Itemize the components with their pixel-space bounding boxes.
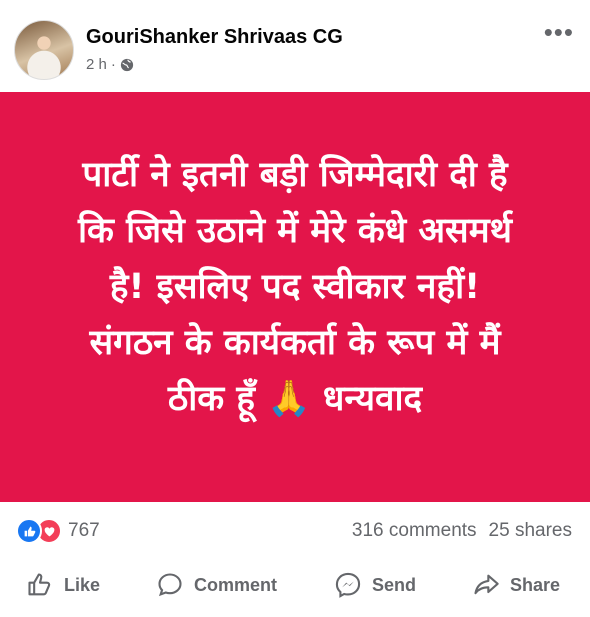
post-text-card: पार्टी ने इतनी बड़ी जिम्मेदारी दी है कि … xyxy=(0,92,590,502)
more-options-icon[interactable]: ••• xyxy=(544,19,574,45)
like-reaction-icon xyxy=(16,518,42,544)
reactions-summary[interactable]: 767 xyxy=(16,518,100,544)
shares-count[interactable]: 25 shares xyxy=(489,520,572,542)
share-label: Share xyxy=(510,574,561,595)
comment-button[interactable]: Comment xyxy=(156,571,277,599)
post-actions-bar: Like Comment Send Share xyxy=(0,560,590,610)
post-text: पार्टी ने इतनी बड़ी जिम्मेदारी दी है कि … xyxy=(77,155,513,419)
comments-count[interactable]: 316 comments xyxy=(352,520,477,542)
share-button[interactable]: Share xyxy=(472,571,560,599)
like-button[interactable]: Like xyxy=(26,571,100,599)
post-stats: 767 316 comments 25 shares xyxy=(0,502,590,560)
reaction-count: 767 xyxy=(68,520,100,541)
globe-icon xyxy=(120,58,133,71)
author-avatar[interactable] xyxy=(14,20,74,80)
post-meta: 2 h · xyxy=(86,56,134,73)
post-time[interactable]: 2 h xyxy=(86,56,107,73)
messenger-icon xyxy=(335,572,361,598)
send-label: Send xyxy=(372,574,417,595)
like-label: Like xyxy=(64,574,101,595)
post-header: GouriShanker Shrivaas CG 2 h · ••• xyxy=(0,0,590,92)
share-arrow-icon xyxy=(474,574,499,595)
comment-icon xyxy=(158,573,182,597)
thumbs-up-icon xyxy=(28,573,51,596)
send-button[interactable]: Send xyxy=(334,571,416,599)
author-name[interactable]: GouriShanker Shrivaas CG xyxy=(86,26,343,49)
meta-separator: · xyxy=(110,56,116,73)
comment-label: Comment xyxy=(194,574,278,595)
